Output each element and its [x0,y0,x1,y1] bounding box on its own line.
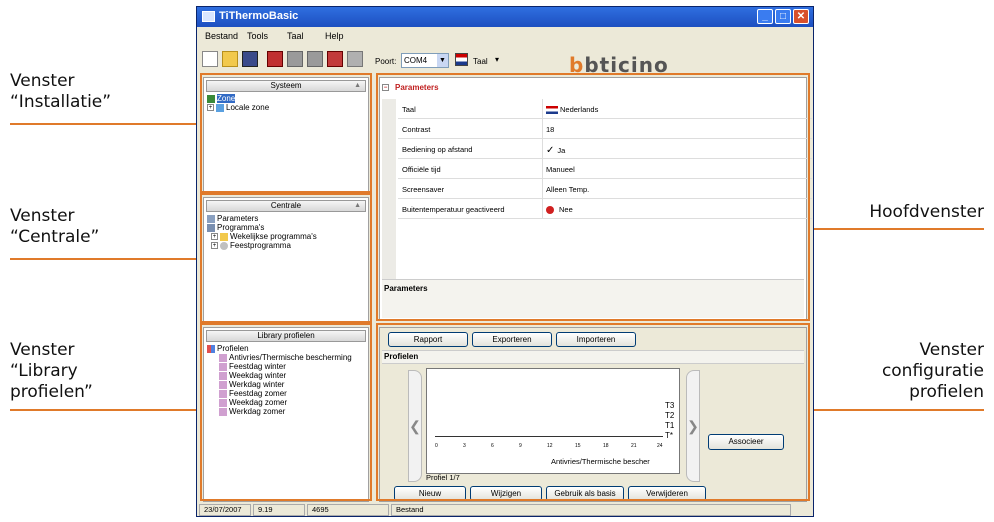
menu-help[interactable]: Help [325,31,344,41]
frame-installatie [200,73,372,193]
frame-centrale [200,193,372,323]
send-icon[interactable] [327,51,343,67]
callout-line-centrale [10,258,202,260]
callout-line-hoofdvenster [808,228,984,230]
port-select[interactable]: COM4 ▼ [401,53,449,68]
app-icon [202,11,215,22]
menu-bar: Bestand Tools Taal Help [197,27,813,45]
frame-library [200,323,372,501]
callout-centrale: Venster “Centrale” [10,206,100,247]
language-label[interactable]: Taal [473,57,488,66]
menu-tools[interactable]: Tools [247,31,268,41]
chevron-down-icon: ▼ [437,54,448,67]
close-icon[interactable]: ✕ [793,9,809,24]
frame-hoofdvenster [376,73,810,321]
status-bar: 23/07/2007 9.19 4695 Bestand [197,503,813,517]
callout-line-configuratie [808,409,984,411]
frame-configuratie [376,323,810,501]
new-file-icon[interactable] [202,51,218,67]
save-icon[interactable] [242,51,258,67]
callout-line-library [10,409,202,411]
maximize-icon[interactable]: □ [775,9,791,24]
toolbar: Poort: COM4 ▼ Taal ▾ bbticino [197,45,813,77]
status-date: 23/07/2007 [199,504,251,516]
title-bar: TiThermoBasic _ □ ✕ [197,7,813,27]
grey-tool-3-icon[interactable] [347,51,363,67]
menu-bestand[interactable]: Bestand [205,31,238,41]
grey-tool-1-icon[interactable] [287,51,303,67]
callout-configuratie: Venster configuratie profielen [881,340,984,402]
callout-library: Venster “Library profielen” [10,340,93,402]
receive-icon[interactable] [267,51,283,67]
status-value: 4695 [307,504,389,516]
port-label: Poort: [375,57,397,66]
grey-tool-2-icon[interactable] [307,51,323,67]
open-folder-icon[interactable] [222,51,238,67]
language-dropdown-icon[interactable]: ▾ [495,55,499,64]
status-file: Bestand [391,504,791,516]
callout-installatie: Venster “Installatie” [10,71,112,112]
menu-taal[interactable]: Taal [287,31,304,41]
callout-line-installatie [10,123,202,125]
callout-hoofdvenster: Hoofdvenster [869,202,984,222]
minimize-icon[interactable]: _ [757,9,773,24]
language-flag-icon [455,53,468,66]
status-time: 9.19 [253,504,305,516]
window-title: TiThermoBasic [219,10,299,22]
